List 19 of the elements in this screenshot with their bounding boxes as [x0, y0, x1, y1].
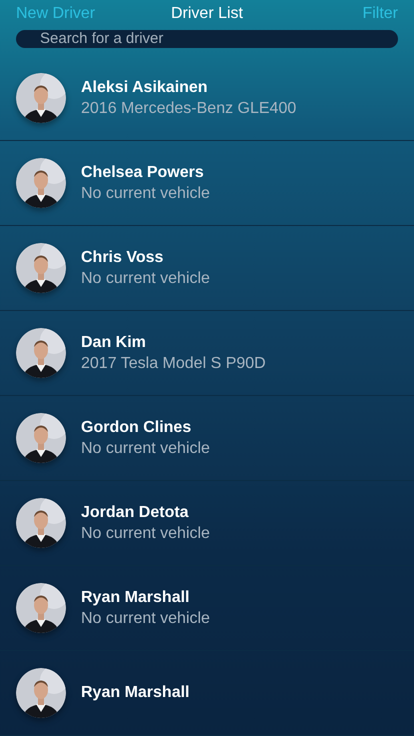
filter-link[interactable]: Filter [362, 4, 398, 23]
driver-vehicle: No current vehicle [81, 610, 210, 628]
driver-vehicle: No current vehicle [81, 270, 210, 288]
driver-name: Chris Voss [81, 248, 164, 266]
screen-title: Driver List [171, 4, 243, 23]
driver-vehicle: 2016 Mercedes-Benz GLE400 [81, 100, 296, 118]
search-field[interactable]: Search for a driver [16, 30, 398, 48]
driver-name: Gordon Clines [81, 418, 192, 436]
driver-name: Ryan Marshall [81, 684, 190, 702]
driver-name: Jordan Detota [81, 504, 190, 522]
driver-vehicle: No current vehicle [81, 440, 210, 458]
new-driver-link[interactable]: New Driver [16, 4, 96, 23]
driver-vehicle: No current vehicle [81, 184, 210, 202]
driver-vehicle: No current vehicle [81, 524, 210, 542]
driver-name: Chelsea Powers [81, 164, 205, 182]
driver-name: Aleksi Asikainen [81, 78, 209, 96]
driver-vehicle: 2017 Tesla Model S P90D [81, 354, 266, 372]
driver-name: Dan Kim [81, 334, 147, 352]
driver-name: Ryan Marshall [81, 588, 190, 606]
